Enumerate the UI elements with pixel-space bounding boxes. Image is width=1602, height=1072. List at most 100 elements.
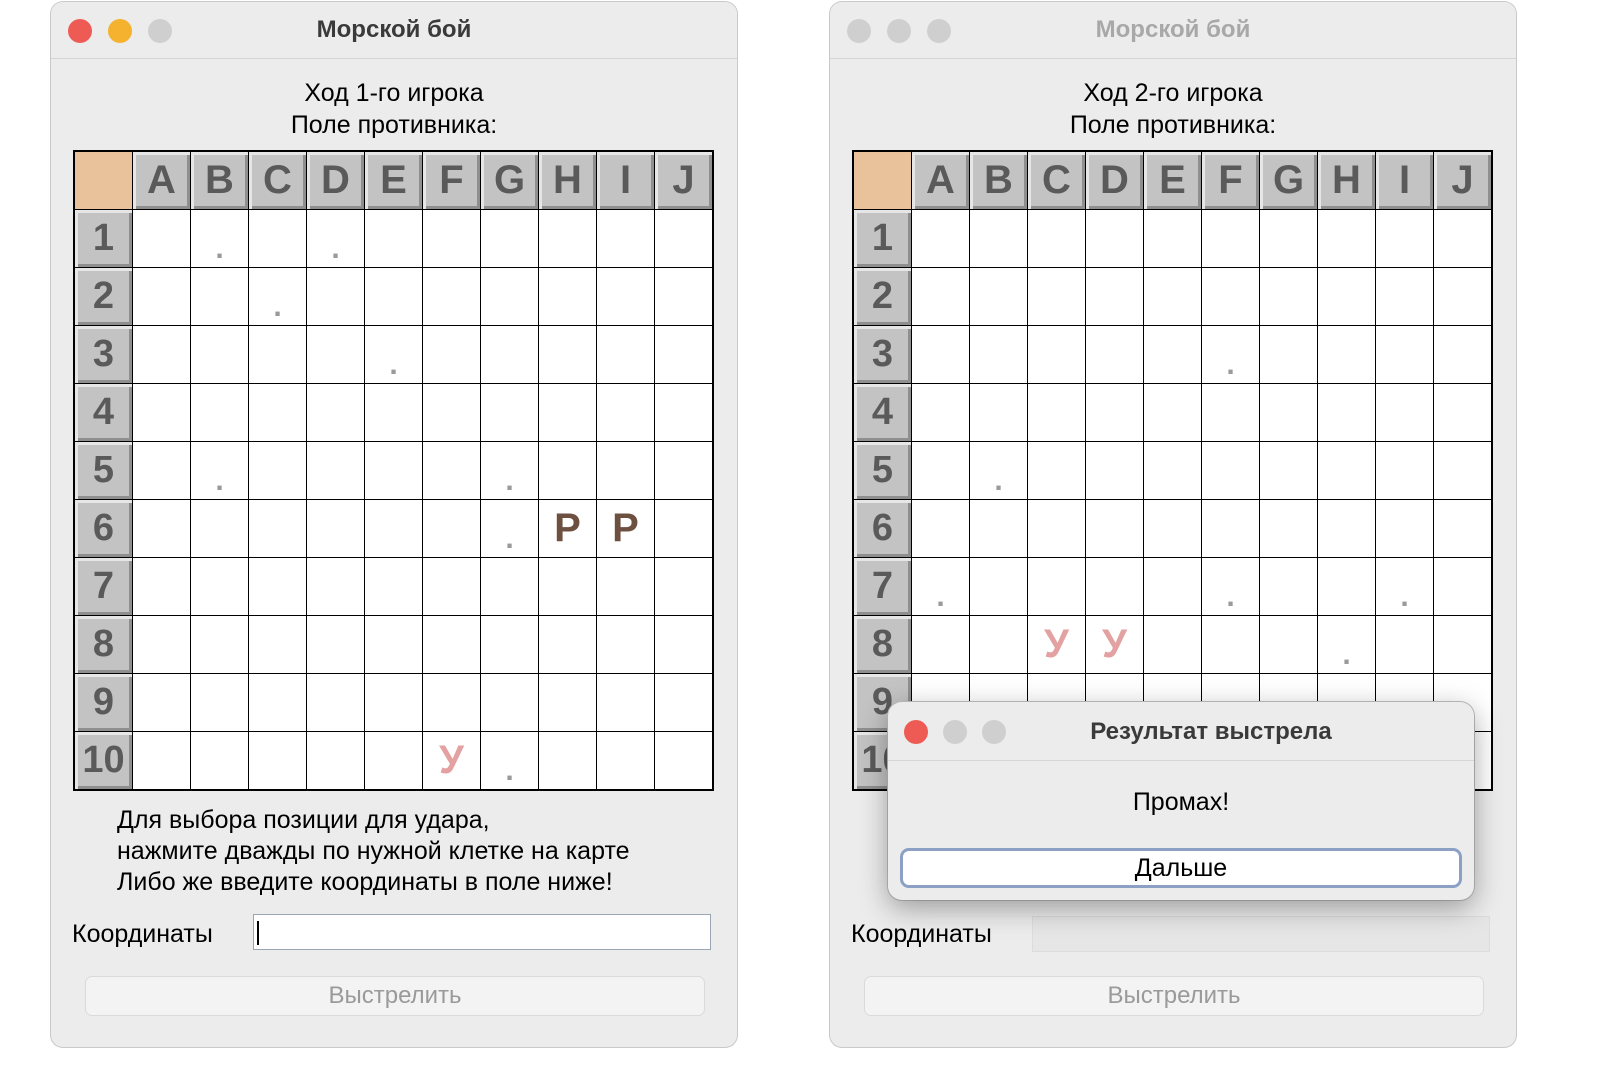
- board-cell[interactable]: [969, 325, 1028, 384]
- board-cell[interactable]: [132, 267, 191, 326]
- board-cell[interactable]: [1085, 209, 1144, 268]
- board-cell[interactable]: [1259, 441, 1318, 500]
- board-cell[interactable]: [1143, 267, 1202, 326]
- board-cell[interactable]: [1375, 615, 1434, 674]
- board-cell[interactable]: [1201, 209, 1260, 268]
- board-cell[interactable]: [1085, 267, 1144, 326]
- board-cell[interactable]: [480, 557, 539, 616]
- board-cell[interactable]: [364, 441, 423, 500]
- board-cell[interactable]: [538, 383, 597, 442]
- board-cell[interactable]: [654, 615, 714, 674]
- board-cell[interactable]: [911, 499, 970, 558]
- fire-button[interactable]: Выстрелить: [864, 976, 1484, 1016]
- board-cell[interactable]: [654, 441, 714, 500]
- board-cell[interactable]: [248, 499, 307, 558]
- board-cell[interactable]: [596, 731, 655, 791]
- board-cell[interactable]: [1027, 557, 1086, 616]
- board-cell[interactable]: [596, 557, 655, 616]
- board-cell[interactable]: [422, 557, 481, 616]
- board-cell[interactable]: [911, 325, 970, 384]
- board-cell[interactable]: .: [1201, 325, 1260, 384]
- coordinates-input[interactable]: [1032, 916, 1490, 952]
- board-cell[interactable]: [1085, 441, 1144, 500]
- board-cell[interactable]: .: [480, 499, 539, 558]
- board-cell[interactable]: У: [422, 731, 481, 791]
- board-cell[interactable]: [364, 673, 423, 732]
- board-cell[interactable]: [248, 383, 307, 442]
- board-cell[interactable]: [1433, 267, 1493, 326]
- board-cell[interactable]: [1259, 209, 1318, 268]
- board-cell[interactable]: [1259, 325, 1318, 384]
- board-cell[interactable]: [1201, 383, 1260, 442]
- board-cell[interactable]: [480, 267, 539, 326]
- board-cell[interactable]: .: [480, 441, 539, 500]
- board-cell[interactable]: [422, 441, 481, 500]
- board-cell[interactable]: [132, 499, 191, 558]
- board-cell[interactable]: [1317, 209, 1376, 268]
- board-cell[interactable]: [1085, 383, 1144, 442]
- board-cell[interactable]: [1201, 267, 1260, 326]
- board-cell[interactable]: [911, 383, 970, 442]
- board-cell[interactable]: [654, 731, 714, 791]
- board-cell[interactable]: [1027, 441, 1086, 500]
- board-cell[interactable]: [969, 499, 1028, 558]
- board-cell[interactable]: [1433, 383, 1493, 442]
- board-cell[interactable]: [364, 267, 423, 326]
- board-cell[interactable]: [911, 267, 970, 326]
- board-cell[interactable]: [132, 209, 191, 268]
- board-cell[interactable]: [1317, 557, 1376, 616]
- board-cell[interactable]: [248, 209, 307, 268]
- board-cell[interactable]: [480, 383, 539, 442]
- board-cell[interactable]: [596, 441, 655, 500]
- board-cell[interactable]: [596, 209, 655, 268]
- board-cell[interactable]: [538, 731, 597, 791]
- board-cell[interactable]: [306, 499, 365, 558]
- board-cell[interactable]: [654, 325, 714, 384]
- board-cell[interactable]: [1143, 499, 1202, 558]
- board-cell[interactable]: [364, 499, 423, 558]
- board-cell[interactable]: [190, 325, 249, 384]
- board-cell[interactable]: [654, 673, 714, 732]
- board-cell[interactable]: [132, 615, 191, 674]
- board-cell[interactable]: [190, 615, 249, 674]
- board-cell[interactable]: [596, 673, 655, 732]
- board-cell[interactable]: [1433, 557, 1493, 616]
- board-cell[interactable]: [364, 209, 423, 268]
- board-cell[interactable]: [132, 383, 191, 442]
- board-cell[interactable]: [364, 383, 423, 442]
- board-cell[interactable]: [969, 557, 1028, 616]
- board-cell[interactable]: [1259, 499, 1318, 558]
- board-cell[interactable]: Р: [538, 499, 597, 558]
- board-cell[interactable]: [1433, 499, 1493, 558]
- board-cell[interactable]: [1027, 267, 1086, 326]
- board-cell[interactable]: [1143, 615, 1202, 674]
- board-cell[interactable]: [132, 673, 191, 732]
- board-cell[interactable]: [248, 731, 307, 791]
- board-cell[interactable]: [1375, 383, 1434, 442]
- board-cell[interactable]: [422, 383, 481, 442]
- board-cell[interactable]: [654, 383, 714, 442]
- board-cell[interactable]: [1433, 209, 1493, 268]
- board-cell[interactable]: [132, 557, 191, 616]
- board-cell[interactable]: [1317, 325, 1376, 384]
- board-cell[interactable]: [1143, 557, 1202, 616]
- board-cell[interactable]: [190, 557, 249, 616]
- board-cell[interactable]: [1259, 267, 1318, 326]
- board-cell[interactable]: У: [1085, 615, 1144, 674]
- board-cell[interactable]: [969, 267, 1028, 326]
- board-cell[interactable]: [1433, 325, 1493, 384]
- board-cell[interactable]: [480, 325, 539, 384]
- board-cell[interactable]: [190, 267, 249, 326]
- board-cell[interactable]: .: [1201, 557, 1260, 616]
- board-cell[interactable]: [132, 731, 191, 791]
- board-cell[interactable]: [190, 383, 249, 442]
- board-cell[interactable]: [1085, 499, 1144, 558]
- board-cell[interactable]: [538, 209, 597, 268]
- board-cell[interactable]: [1143, 209, 1202, 268]
- board-cell[interactable]: [538, 267, 597, 326]
- board-cell[interactable]: У: [1027, 615, 1086, 674]
- board-cell[interactable]: .: [190, 441, 249, 500]
- board-cell[interactable]: [1433, 441, 1493, 500]
- board-cell[interactable]: [364, 557, 423, 616]
- board-cell[interactable]: [538, 615, 597, 674]
